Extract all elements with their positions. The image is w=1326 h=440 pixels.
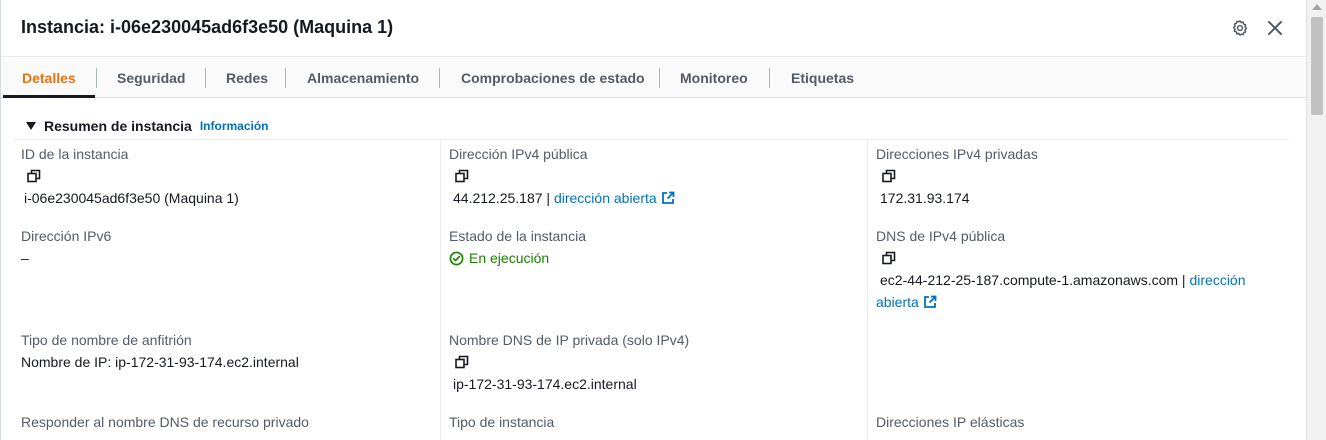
tab-almacenamiento[interactable]: Almacenamiento [307, 58, 419, 98]
public-dns-open-link-row: abierta [876, 294, 937, 310]
instance-state-status: En ejecución [449, 250, 549, 266]
panel-header: Instancia: i-06e230045ad6f3e50 (Maquina … [1, 0, 1307, 57]
check-circle-icon [449, 251, 464, 265]
ipv6-label: Dirección IPv6 [21, 228, 112, 244]
public-dns-open-link-part2[interactable]: abierta [876, 294, 919, 310]
public-ipv4-value-row: 44.212.25.187 | dirección abierta [453, 190, 675, 206]
tab-separator [205, 68, 206, 88]
elastic-ips-label: Direcciones IP elásticas [876, 414, 1025, 430]
instance-id-label: ID de la instancia [21, 146, 129, 162]
section-header[interactable]: Resumen de instancia Información [21, 116, 269, 136]
tab-separator [285, 68, 286, 88]
hostname-type-label: Tipo de nombre de anfitrión [21, 332, 192, 348]
tab-etiquetas[interactable]: Etiquetas [791, 58, 854, 98]
ipv6-value: – [21, 250, 29, 266]
column-divider [867, 140, 868, 440]
external-link-icon[interactable] [661, 191, 675, 205]
scroll-up-arrow-icon[interactable] [1312, 4, 1322, 10]
public-dns-value: ec2-44-212-25-187.compute-1.amazonaws.co… [880, 272, 1186, 288]
copy-icon[interactable] [882, 169, 896, 183]
public-dns-open-link[interactable]: abierta [876, 294, 937, 310]
column-divider [440, 140, 441, 440]
copy-icon[interactable] [27, 169, 41, 183]
scrollbar-thumb[interactable] [1311, 17, 1323, 115]
settings-button[interactable] [1228, 16, 1252, 40]
copy-icon[interactable] [455, 355, 469, 369]
public-dns-value-row: ec2-44-212-25-187.compute-1.amazonaws.co… [880, 272, 1246, 288]
private-dns-value: ip-172-31-93-174.ec2.internal [453, 376, 637, 392]
instance-state-value: En ejecución [469, 250, 550, 266]
private-dns-label: Nombre DNS de IP privada (solo IPv4) [449, 332, 690, 348]
close-icon [1268, 21, 1282, 35]
instance-details-panel: Instancia: i-06e230045ad6f3e50 (Maquina … [0, 0, 1307, 440]
info-link[interactable]: Información [200, 119, 269, 133]
instance-state-label: Estado de la instancia [449, 228, 586, 244]
copy-icon[interactable] [455, 169, 469, 183]
instance-type-label: Tipo de instancia [449, 414, 555, 430]
private-ipv4-value: 172.31.93.174 [880, 190, 970, 206]
tab-bar: Detalles Seguridad Redes Almacenamiento … [1, 58, 1307, 98]
close-button[interactable] [1263, 16, 1287, 40]
tab-separator [96, 68, 97, 88]
public-ipv4-value: 44.212.25.187 | [453, 190, 551, 206]
vertical-scrollbar[interactable] [1306, 0, 1326, 440]
public-ipv4-label: Dirección IPv4 pública [449, 146, 588, 162]
private-ipv4-label: Direcciones IPv4 privadas [876, 146, 1038, 162]
gear-icon [1232, 20, 1248, 36]
section-title: Resumen de instancia [44, 118, 192, 134]
tab-seguridad[interactable]: Seguridad [117, 58, 185, 98]
page-title: Instancia: i-06e230045ad6f3e50 (Maquina … [21, 17, 394, 37]
tab-monitoreo[interactable]: Monitoreo [680, 58, 748, 98]
copy-icon[interactable] [882, 251, 896, 265]
public-dns-label: DNS de IPv4 pública [876, 228, 1006, 244]
open-address-link[interactable]: dirección abierta [554, 190, 675, 206]
tab-separator [439, 68, 440, 88]
tab-separator [769, 68, 770, 88]
tab-separator [659, 68, 660, 88]
public-dns-open-link-part1[interactable]: dirección [1189, 272, 1245, 288]
caret-down-icon[interactable] [26, 122, 36, 130]
tab-comprobaciones[interactable]: Comprobaciones de estado [461, 58, 645, 98]
tab-detalles[interactable]: Detalles [22, 58, 76, 98]
instance-id-value: i-06e230045ad6f3e50 (Maquina 1) [24, 190, 239, 206]
hostname-type-value: Nombre de IP: ip-172-31-93-174.ec2.inter… [21, 354, 299, 370]
active-tab-indicator [3, 95, 95, 98]
open-address-link-text[interactable]: dirección abierta [554, 190, 657, 206]
divider [13, 139, 1289, 140]
tab-redes[interactable]: Redes [226, 58, 268, 98]
external-link-icon[interactable] [923, 295, 937, 309]
resource-dns-label: Responder al nombre DNS de recurso priva… [21, 414, 309, 430]
